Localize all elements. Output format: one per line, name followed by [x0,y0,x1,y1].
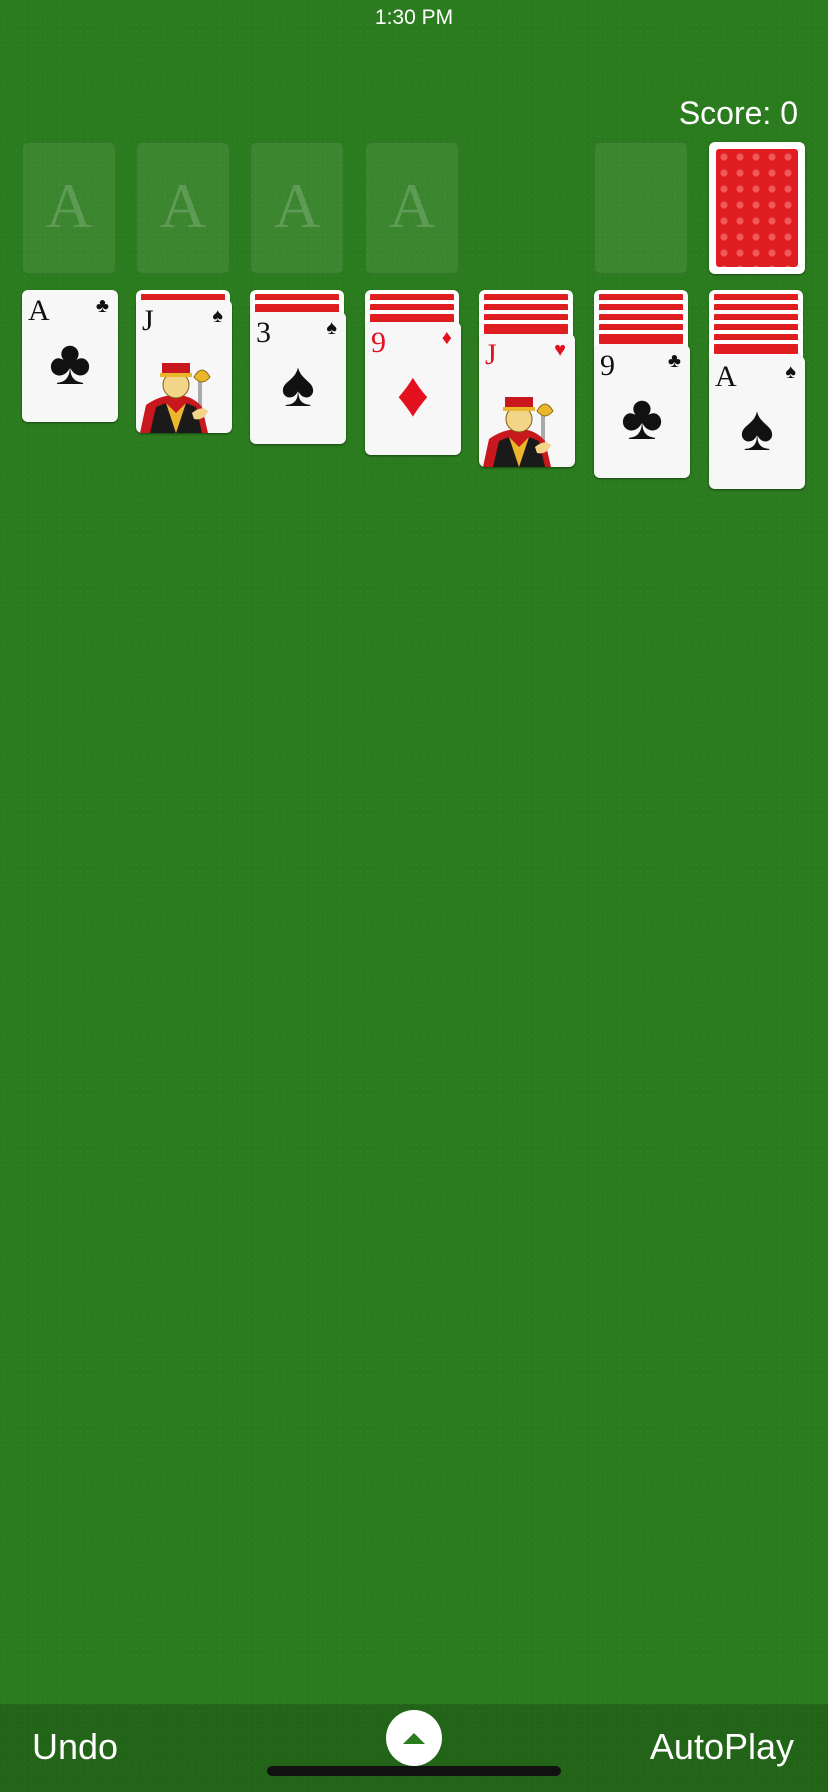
spade-icon: ♠ [212,305,223,327]
spade-icon: ♠ [785,361,796,383]
tableau-card-5[interactable]: J ♥ [479,334,575,467]
spade-icon: ♠ [326,317,337,339]
autoplay-button[interactable]: AutoPlay [650,1726,794,1768]
stock-pile[interactable] [709,142,805,274]
jack-face-icon [140,363,211,433]
diamond-icon: ♦ [441,327,452,349]
foundation-slot-3[interactable]: A [250,142,344,274]
foundation-placeholder: A [159,170,207,241]
score-label: Score: 0 [678,95,798,131]
tableau-card-2[interactable]: J ♠ [136,300,232,433]
home-indicator [267,1766,561,1776]
status-bar-time: 1:30 PM [374,6,454,29]
tableau-card-3[interactable]: 3 ♠ ♠ [250,312,346,444]
waste-pile[interactable] [594,142,688,274]
club-icon: ♣ [49,326,91,398]
foundation-slot-4[interactable]: A [365,142,459,274]
club-icon: ♣ [95,295,109,317]
foundation-placeholder: A [273,170,321,241]
tableau-card-6[interactable]: 9 ♣ ♣ [594,345,690,478]
menu-button[interactable] [386,1710,442,1766]
card-rank: 9 [371,326,386,359]
foundation-slot-1[interactable]: A [22,142,116,274]
card-rank: 9 [600,349,615,382]
undo-button[interactable]: Undo [32,1726,118,1768]
jack-face-icon [483,397,554,467]
card-rank: A [28,294,50,327]
heart-icon: ♥ [554,339,566,361]
foundation-placeholder: A [388,170,436,241]
tableau-card-7[interactable]: A ♠ ♠ [709,356,805,489]
tableau-card-4[interactable]: 9 ♦ ♦ [365,322,461,455]
tableau-card-1[interactable]: A ♣ ♣ [22,290,118,422]
club-icon: ♣ [667,350,681,372]
card-rank: A [715,360,737,393]
chevron-up-icon [403,1733,425,1744]
foundation-placeholder: A [45,170,93,241]
spade-icon: ♠ [281,348,315,420]
card-back-pattern [716,149,798,267]
club-icon: ♣ [621,381,663,453]
spade-icon: ♠ [740,392,774,464]
diamond-icon: ♦ [396,358,430,430]
card-rank: 3 [256,316,271,349]
foundation-slot-2[interactable]: A [136,142,230,274]
